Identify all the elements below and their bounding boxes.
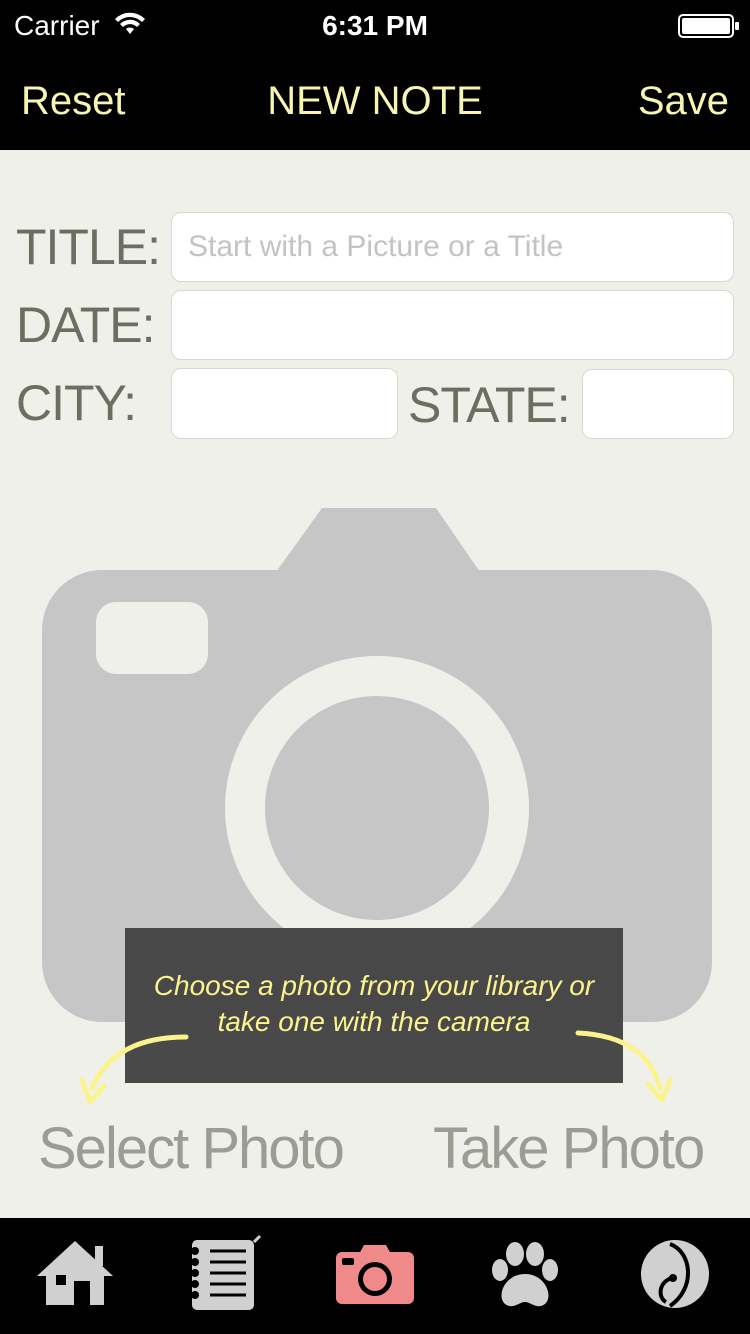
home-icon bbox=[37, 1241, 113, 1305]
state-label: STATE: bbox=[408, 377, 571, 433]
hint-arrows bbox=[79, 1030, 673, 1105]
tab-about[interactable] bbox=[600, 1218, 750, 1334]
tab-pets[interactable] bbox=[450, 1218, 600, 1334]
notebook-icon bbox=[191, 1234, 262, 1310]
title-input[interactable] bbox=[172, 213, 733, 281]
camera-icon bbox=[336, 1245, 414, 1304]
date-field-container bbox=[171, 290, 734, 360]
right-arrow-icon bbox=[575, 1030, 663, 1091]
status-bar: Carrier 6:31 PM bbox=[0, 0, 750, 50]
moon-logo-icon bbox=[641, 1240, 709, 1308]
title-field-container bbox=[171, 212, 734, 282]
reset-button[interactable]: Reset bbox=[21, 79, 126, 124]
status-time: 6:31 PM bbox=[322, 10, 428, 41]
select-photo-button[interactable]: Select Photo bbox=[38, 1115, 345, 1182]
city-field-container bbox=[171, 368, 398, 439]
battery-icon bbox=[678, 14, 739, 38]
state-input[interactable] bbox=[583, 370, 733, 438]
left-arrow-icon bbox=[89, 1034, 189, 1091]
take-photo-button[interactable]: Take Photo bbox=[433, 1115, 705, 1182]
paw-icon bbox=[492, 1242, 558, 1307]
date-input[interactable] bbox=[172, 291, 733, 359]
navigation-bar: Reset NEW NOTE Save bbox=[0, 50, 750, 150]
tab-new-note[interactable] bbox=[300, 1218, 450, 1334]
tab-bar bbox=[0, 1218, 750, 1334]
title-label: TITLE: bbox=[16, 219, 161, 275]
city-input[interactable] bbox=[172, 369, 397, 438]
tab-home[interactable] bbox=[0, 1218, 150, 1334]
city-label: CITY: bbox=[16, 375, 137, 431]
save-button[interactable]: Save bbox=[638, 79, 729, 124]
hint-line-1: Choose a photo from your library or bbox=[153, 970, 595, 1001]
state-field-container bbox=[582, 369, 734, 439]
date-label: DATE: bbox=[16, 297, 156, 353]
tab-notes[interactable] bbox=[150, 1218, 300, 1334]
